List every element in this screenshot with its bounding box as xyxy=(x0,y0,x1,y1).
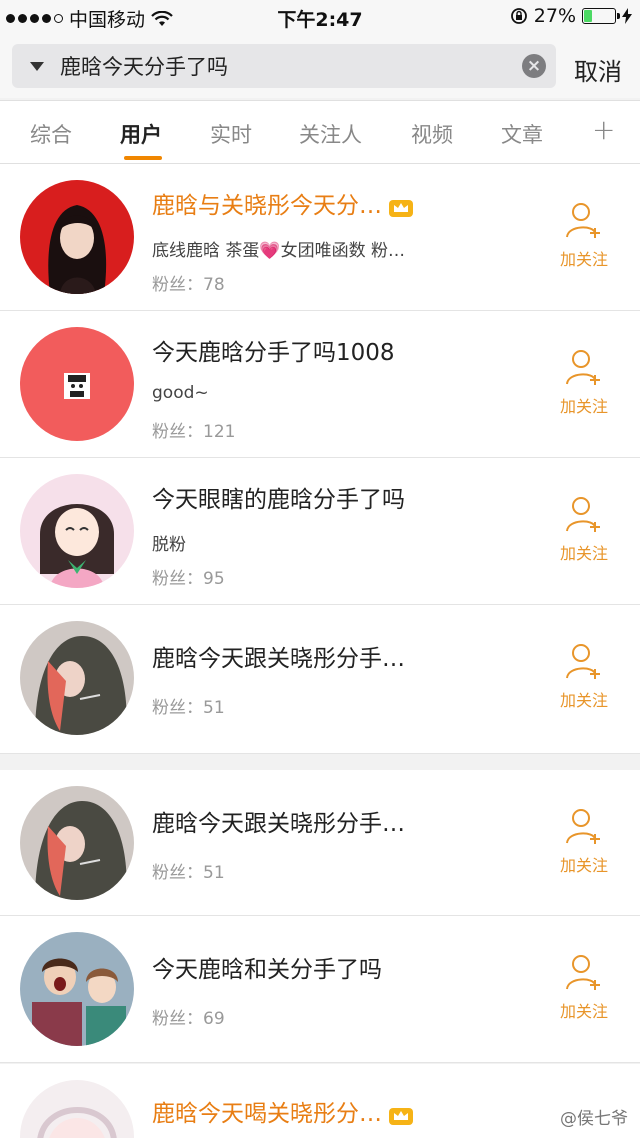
fans-count: 粉丝：51 xyxy=(152,698,225,718)
avatar[interactable] xyxy=(20,180,134,294)
rotation-lock-icon xyxy=(510,8,527,24)
watermark: @侯七爷 xyxy=(560,1109,628,1129)
clear-icon[interactable]: × xyxy=(522,54,546,78)
search-bar: 鹿晗今天分手了吗 × 取消 xyxy=(0,34,640,98)
user-name[interactable]: 鹿晗今天跟关晓彤分手… xyxy=(152,804,405,838)
avatar[interactable] xyxy=(20,474,134,588)
avatar[interactable] xyxy=(20,327,134,441)
add-user-icon xyxy=(566,809,600,844)
tab-following[interactable]: 关注人 xyxy=(299,119,362,149)
follow-button[interactable]: 加关注 xyxy=(548,347,620,417)
avatar[interactable] xyxy=(20,1080,134,1138)
fans-count: 粉丝：121 xyxy=(152,422,236,442)
user-row[interactable]: 鹿晗今天跟关晓彤分手… 粉丝：51 加关注 xyxy=(0,770,640,916)
status-right: 27% xyxy=(510,5,632,27)
user-row[interactable]: 今天眼瞎的鹿晗分手了吗 脱粉 粉丝：95 加关注 xyxy=(0,458,640,605)
tab-bar: 综合 用户 实时 关注人 视频 文章 + xyxy=(0,100,640,164)
tab-users[interactable]: 用户 xyxy=(120,119,162,149)
vip-crown-icon xyxy=(389,199,413,217)
follow-button[interactable]: 加关注 xyxy=(548,494,620,564)
user-row[interactable]: 鹿晗今天喝关晓彤分… xyxy=(0,1064,640,1138)
avatar[interactable] xyxy=(20,621,134,735)
follow-button[interactable]: 加关注 xyxy=(548,952,620,1022)
user-bio: good~ xyxy=(152,383,209,403)
fans-count: 粉丝：78 xyxy=(152,275,225,295)
follow-button[interactable]: 加关注 xyxy=(548,806,620,876)
user-row[interactable]: 今天鹿晗和关分手了吗 粉丝：69 加关注 xyxy=(0,916,640,1063)
add-user-icon xyxy=(566,350,600,385)
user-name[interactable]: 鹿晗今天跟关晓彤分手… xyxy=(152,639,405,673)
battery-icon xyxy=(582,8,620,24)
tab-article[interactable]: 文章 xyxy=(501,119,543,149)
tab-comprehensive[interactable]: 综合 xyxy=(30,119,72,149)
user-name[interactable]: 鹿晗今天喝关晓彤分… xyxy=(152,1094,414,1128)
user-row[interactable]: 鹿晗今天跟关晓彤分手… 粉丝：51 加关注 xyxy=(0,605,640,754)
fans-count: 粉丝：95 xyxy=(152,569,225,589)
user-bio: 底线鹿晗 茶蛋💗女团唯函数 粉… xyxy=(152,241,405,261)
battery-percent: 27% xyxy=(533,5,576,27)
user-name[interactable]: 今天鹿晗分手了吗1008 xyxy=(152,333,395,367)
fans-count: 粉丝：69 xyxy=(152,1009,225,1029)
user-name[interactable]: 今天眼瞎的鹿晗分手了吗 xyxy=(152,480,405,514)
active-tab-indicator xyxy=(124,156,162,160)
cancel-button[interactable]: 取消 xyxy=(574,52,622,87)
tab-realtime[interactable]: 实时 xyxy=(210,119,252,149)
add-user-icon xyxy=(566,644,600,679)
avatar[interactable] xyxy=(20,932,134,1046)
battery-fill xyxy=(584,10,593,22)
search-query[interactable]: 鹿晗今天分手了吗 xyxy=(60,51,522,81)
follow-button[interactable]: 加关注 xyxy=(548,200,620,270)
user-name[interactable]: 今天鹿晗和关分手了吗 xyxy=(152,950,382,984)
search-input[interactable]: 鹿晗今天分手了吗 × xyxy=(12,44,556,88)
charging-icon xyxy=(622,8,632,24)
section-divider xyxy=(0,754,640,770)
user-row[interactable]: 今天鹿晗分手了吗1008 good~ 粉丝：121 加关注 xyxy=(0,311,640,458)
follow-button[interactable]: 加关注 xyxy=(548,641,620,711)
user-name[interactable]: 鹿晗与关晓彤今天分… xyxy=(152,186,414,220)
avatar[interactable] xyxy=(20,786,134,900)
status-bar: 中国移动 下午2:47 27% xyxy=(0,0,640,34)
vip-crown-icon xyxy=(389,1107,413,1125)
add-user-icon xyxy=(566,497,600,532)
add-user-icon xyxy=(566,203,600,238)
add-tab-button[interactable]: + xyxy=(592,113,615,146)
user-bio: 脱粉 xyxy=(152,535,186,555)
add-user-icon xyxy=(566,955,600,990)
tab-video[interactable]: 视频 xyxy=(411,119,453,149)
user-row[interactable]: 鹿晗与关晓彤今天分… 底线鹿晗 茶蛋💗女团唯函数 粉… 粉丝：78 加关注 xyxy=(0,164,640,311)
search-type-dropdown-icon[interactable] xyxy=(30,61,44,71)
fans-count: 粉丝：51 xyxy=(152,863,225,883)
